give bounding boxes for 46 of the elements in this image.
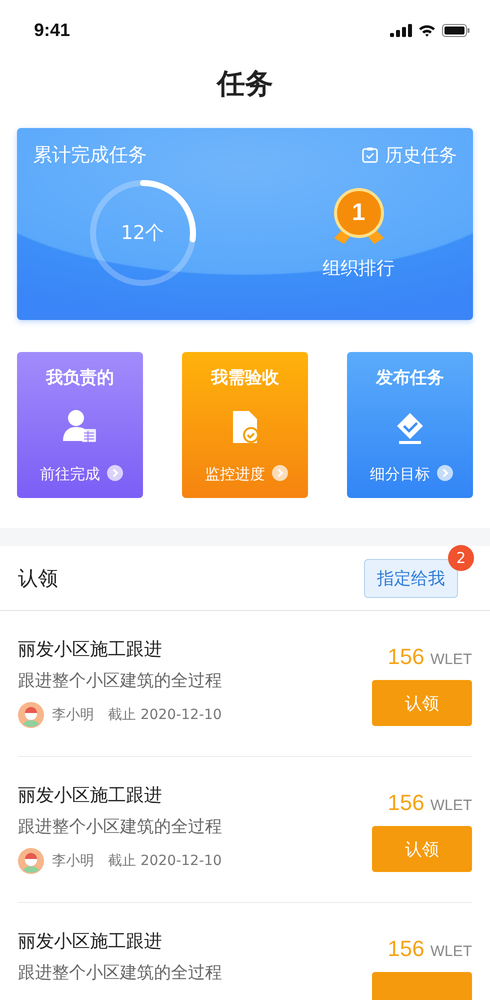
count-badge: 2 (448, 544, 474, 570)
reward-amount: 156 (388, 645, 424, 669)
claim-button[interactable]: 认领 (372, 680, 472, 726)
reward-amount: 156 (388, 937, 424, 961)
shortcut-tile[interactable]: 我负责的 前往完成 (17, 352, 143, 498)
avatar (18, 702, 44, 728)
tile-title: 我需验收 (211, 367, 279, 389)
owner-name: 李小明 (52, 706, 94, 724)
avatar (18, 848, 44, 874)
reward-unit: WLET (430, 796, 472, 816)
deadline: 截止 2020-12-10 (108, 852, 222, 870)
task-description: 跟进整个小区建筑的全过程 (18, 962, 222, 984)
tile-action: 监控进度 (205, 465, 265, 484)
claim-button[interactable]: 认领 (372, 826, 472, 872)
shortcut-tile[interactable]: 我需验收 监控进度 (182, 352, 308, 498)
task-title: 丽发小区施工跟进 (18, 784, 163, 807)
tile-title: 我负责的 (46, 367, 114, 389)
reward-unit: WLET (430, 942, 472, 962)
wifi-icon (418, 24, 436, 36)
status-time: 9:41 (34, 20, 70, 40)
chevron-right-icon (272, 465, 288, 481)
chevron-right-icon (107, 465, 123, 481)
signal-icon (390, 24, 412, 36)
chevron-right-icon (437, 465, 453, 481)
owner-name: 李小明 (52, 852, 94, 870)
shortcut-tile[interactable]: 发布任务 细分目标 (347, 352, 473, 498)
deadline: 截止 2020-12-10 (108, 706, 222, 724)
reward-amount: 156 (388, 791, 424, 815)
tile-action: 细分目标 (370, 465, 430, 484)
battery-icon (442, 24, 470, 36)
section-title: 认领 (18, 564, 58, 592)
completed-count: 12个 (120, 221, 164, 246)
summary-title: 累计完成任务 (33, 143, 147, 168)
task-description: 跟进整个小区建筑的全过程 (18, 816, 222, 838)
assign-to-me-button[interactable]: 指定给我 (364, 558, 458, 598)
clipboard-check-icon (361, 146, 379, 164)
tile-action: 前往完成 (40, 465, 100, 484)
task-title: 丽发小区施工跟进 (18, 930, 163, 953)
task-description: 跟进整个小区建筑的全过程 (18, 670, 222, 692)
tile-title: 发布任务 (376, 367, 444, 389)
reward-unit: WLET (430, 650, 472, 670)
history-link[interactable]: 历史任务 (361, 143, 457, 167)
page-title: 任务 (215, 66, 274, 102)
rank-number: 1 (350, 198, 366, 228)
rank-label: 组织排行 (322, 257, 394, 280)
task-title: 丽发小区施工跟进 (18, 638, 163, 661)
